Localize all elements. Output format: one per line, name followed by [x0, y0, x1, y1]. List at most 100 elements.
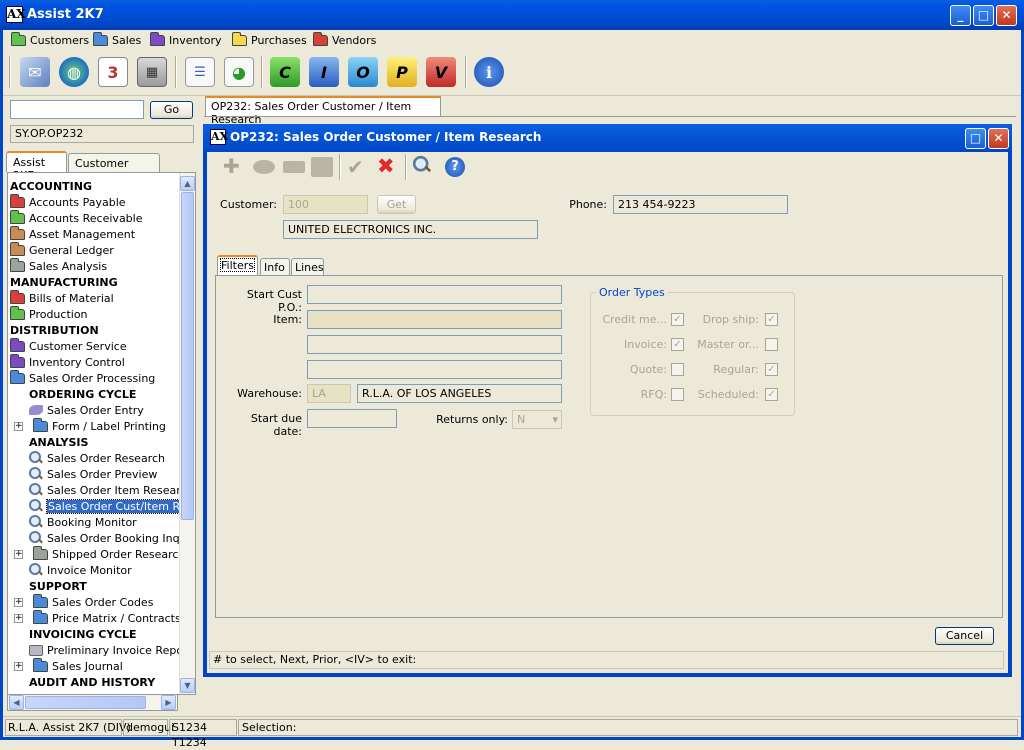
- tab-op232[interactable]: OP232: Sales Order Customer / Item Resea…: [205, 96, 441, 126]
- scroll-up-button[interactable]: ▲: [180, 176, 195, 191]
- tree-item[interactable]: Invoice Monitor: [29, 562, 132, 578]
- tree-item[interactable]: Preliminary Invoice Report: [29, 642, 192, 658]
- tree-item[interactable]: Sales Order Booking Inquir: [29, 530, 194, 546]
- search-input[interactable]: [10, 100, 144, 119]
- vendors-v-button[interactable]: V: [425, 56, 457, 88]
- tab-assist-2k7[interactable]: Assist 2K7: [6, 151, 67, 182]
- maximize-button[interactable]: □: [973, 5, 994, 26]
- menu-customers[interactable]: Customers: [11, 31, 89, 48]
- order-type-checkbox[interactable]: [671, 388, 684, 401]
- report-button[interactable]: ☰: [184, 56, 216, 88]
- tree-item[interactable]: Sales Analysis: [10, 257, 107, 274]
- cancel-button[interactable]: Cancel: [935, 627, 994, 645]
- print-icon[interactable]: [311, 157, 333, 177]
- close-button[interactable]: ✕: [996, 5, 1017, 26]
- order-type-checkbox[interactable]: ✓: [671, 313, 684, 326]
- purchases-p-button[interactable]: P: [386, 56, 418, 88]
- tree-horizontal-scrollbar[interactable]: ◀ ▶: [7, 694, 178, 711]
- menu-purchases[interactable]: Purchases: [232, 31, 307, 48]
- tree-item-label: Production: [29, 307, 88, 321]
- scroll-thumb[interactable]: [181, 192, 194, 520]
- app-title: Assist 2K7: [27, 7, 104, 22]
- info-button[interactable]: i: [473, 56, 505, 88]
- expand-icon[interactable]: +: [14, 421, 23, 431]
- order-type-checkbox[interactable]: [671, 363, 684, 376]
- accept-check-icon[interactable]: ✔: [347, 155, 364, 179]
- order-type-checkbox[interactable]: ✓: [765, 388, 778, 401]
- order-type-checkbox[interactable]: ✓: [765, 363, 778, 376]
- tree-item[interactable]: Accounts Receivable: [10, 209, 143, 226]
- tree-item[interactable]: Sales Order Entry: [29, 402, 144, 418]
- tree-item[interactable]: Sales Order Item Research: [29, 482, 194, 498]
- tree-item[interactable]: Sales Order Processing: [10, 369, 156, 386]
- scroll-down-button[interactable]: ▼: [180, 678, 195, 693]
- tree-item[interactable]: Inventory Control: [10, 353, 125, 370]
- tree-vertical-scrollbar[interactable]: ▲ ▼: [179, 173, 195, 694]
- tree-item[interactable]: Sales Order Cust/Item Res: [29, 498, 195, 514]
- customers-c-button[interactable]: C: [269, 56, 301, 88]
- item-field[interactable]: [307, 310, 562, 329]
- start-due-date-field[interactable]: [307, 409, 397, 428]
- tab-customer-service[interactable]: Customer Service: [68, 153, 160, 183]
- returns-only-select[interactable]: N ▾: [512, 410, 562, 429]
- tree-item[interactable]: Customer Service: [10, 337, 127, 354]
- dialog-maximize-button[interactable]: □: [965, 128, 986, 149]
- expand-icon[interactable]: +: [14, 549, 23, 559]
- mail-button[interactable]: ✉: [19, 56, 51, 88]
- tree-item[interactable]: General Ledger: [10, 241, 114, 258]
- expand-icon[interactable]: +: [14, 613, 23, 623]
- customer-code-field[interactable]: 100: [283, 195, 368, 214]
- tree-item-label: Sales Order Processing: [29, 371, 156, 385]
- tree-item[interactable]: Sales Order Research: [29, 450, 165, 466]
- tree-item[interactable]: Sales Order Preview: [29, 466, 157, 482]
- tree-item[interactable]: Booking Monitor: [29, 514, 137, 530]
- warehouse-code-field[interactable]: LA: [307, 384, 351, 403]
- tree-item[interactable]: + Sales Order Codes: [14, 593, 153, 610]
- tree-item[interactable]: Production: [10, 305, 88, 322]
- menu-vendors[interactable]: Vendors: [313, 31, 376, 48]
- order-type-checkbox[interactable]: ✓: [671, 338, 684, 351]
- tab-filters[interactable]: Filters: [217, 255, 258, 275]
- tab-info[interactable]: Info: [260, 258, 290, 276]
- tree-item[interactable]: + Sales Journal: [14, 657, 123, 674]
- link-icon[interactable]: [253, 160, 275, 174]
- expand-icon[interactable]: +: [14, 597, 23, 607]
- orders-o-button[interactable]: O: [347, 56, 379, 88]
- help-icon[interactable]: ?: [445, 157, 465, 177]
- tree-item[interactable]: + Form / Label Printing: [14, 417, 166, 434]
- scroll-left-button[interactable]: ◀: [9, 695, 24, 710]
- globe-button[interactable]: ◍: [58, 56, 90, 88]
- status-company: R.L.A. Assist 2K7 (DIV): [5, 719, 131, 736]
- add-icon[interactable]: ✚: [223, 156, 245, 178]
- menu-sales[interactable]: Sales: [93, 31, 141, 48]
- order-type-checkbox[interactable]: [765, 338, 778, 351]
- menu-tree: ACCOUNTING Accounts Payable Accounts Recei…: [7, 172, 196, 695]
- get-button[interactable]: Get: [377, 195, 416, 214]
- order-types-title: Order Types: [596, 286, 668, 299]
- menu-inventory[interactable]: Inventory: [150, 31, 222, 48]
- order-type-checkbox[interactable]: ✓: [765, 313, 778, 326]
- folder-icon: [33, 609, 48, 624]
- minimize-button[interactable]: _: [950, 5, 971, 26]
- dialog-close-button[interactable]: ✕: [988, 128, 1009, 149]
- chart-button[interactable]: ◕: [223, 56, 255, 88]
- calculator-button[interactable]: ▦: [136, 56, 168, 88]
- cancel-x-icon[interactable]: ✖: [377, 154, 395, 178]
- expand-icon[interactable]: +: [14, 661, 23, 671]
- hscroll-thumb[interactable]: [25, 696, 146, 709]
- tree-item[interactable]: Accounts Payable: [10, 193, 126, 210]
- start-cust-po-field[interactable]: [307, 285, 562, 304]
- tree-item[interactable]: + Shipped Order Researches: [14, 545, 195, 562]
- tree-item[interactable]: Asset Management: [10, 225, 135, 242]
- tree-item[interactable]: Bills of Material: [10, 289, 114, 306]
- go-button[interactable]: Go: [150, 101, 193, 119]
- status-selection: Selection:: [238, 719, 1018, 736]
- scroll-right-button[interactable]: ▶: [161, 695, 176, 710]
- menu-label: Purchases: [251, 33, 307, 47]
- delete-record-icon[interactable]: [283, 161, 305, 173]
- inventory-i-button[interactable]: I: [308, 56, 340, 88]
- tab-lines[interactable]: Lines: [291, 258, 324, 276]
- calendar-button[interactable]: 3: [97, 56, 129, 88]
- tree-item[interactable]: + Price Matrix / Contracts: [14, 609, 181, 626]
- search-icon[interactable]: [412, 155, 429, 175]
